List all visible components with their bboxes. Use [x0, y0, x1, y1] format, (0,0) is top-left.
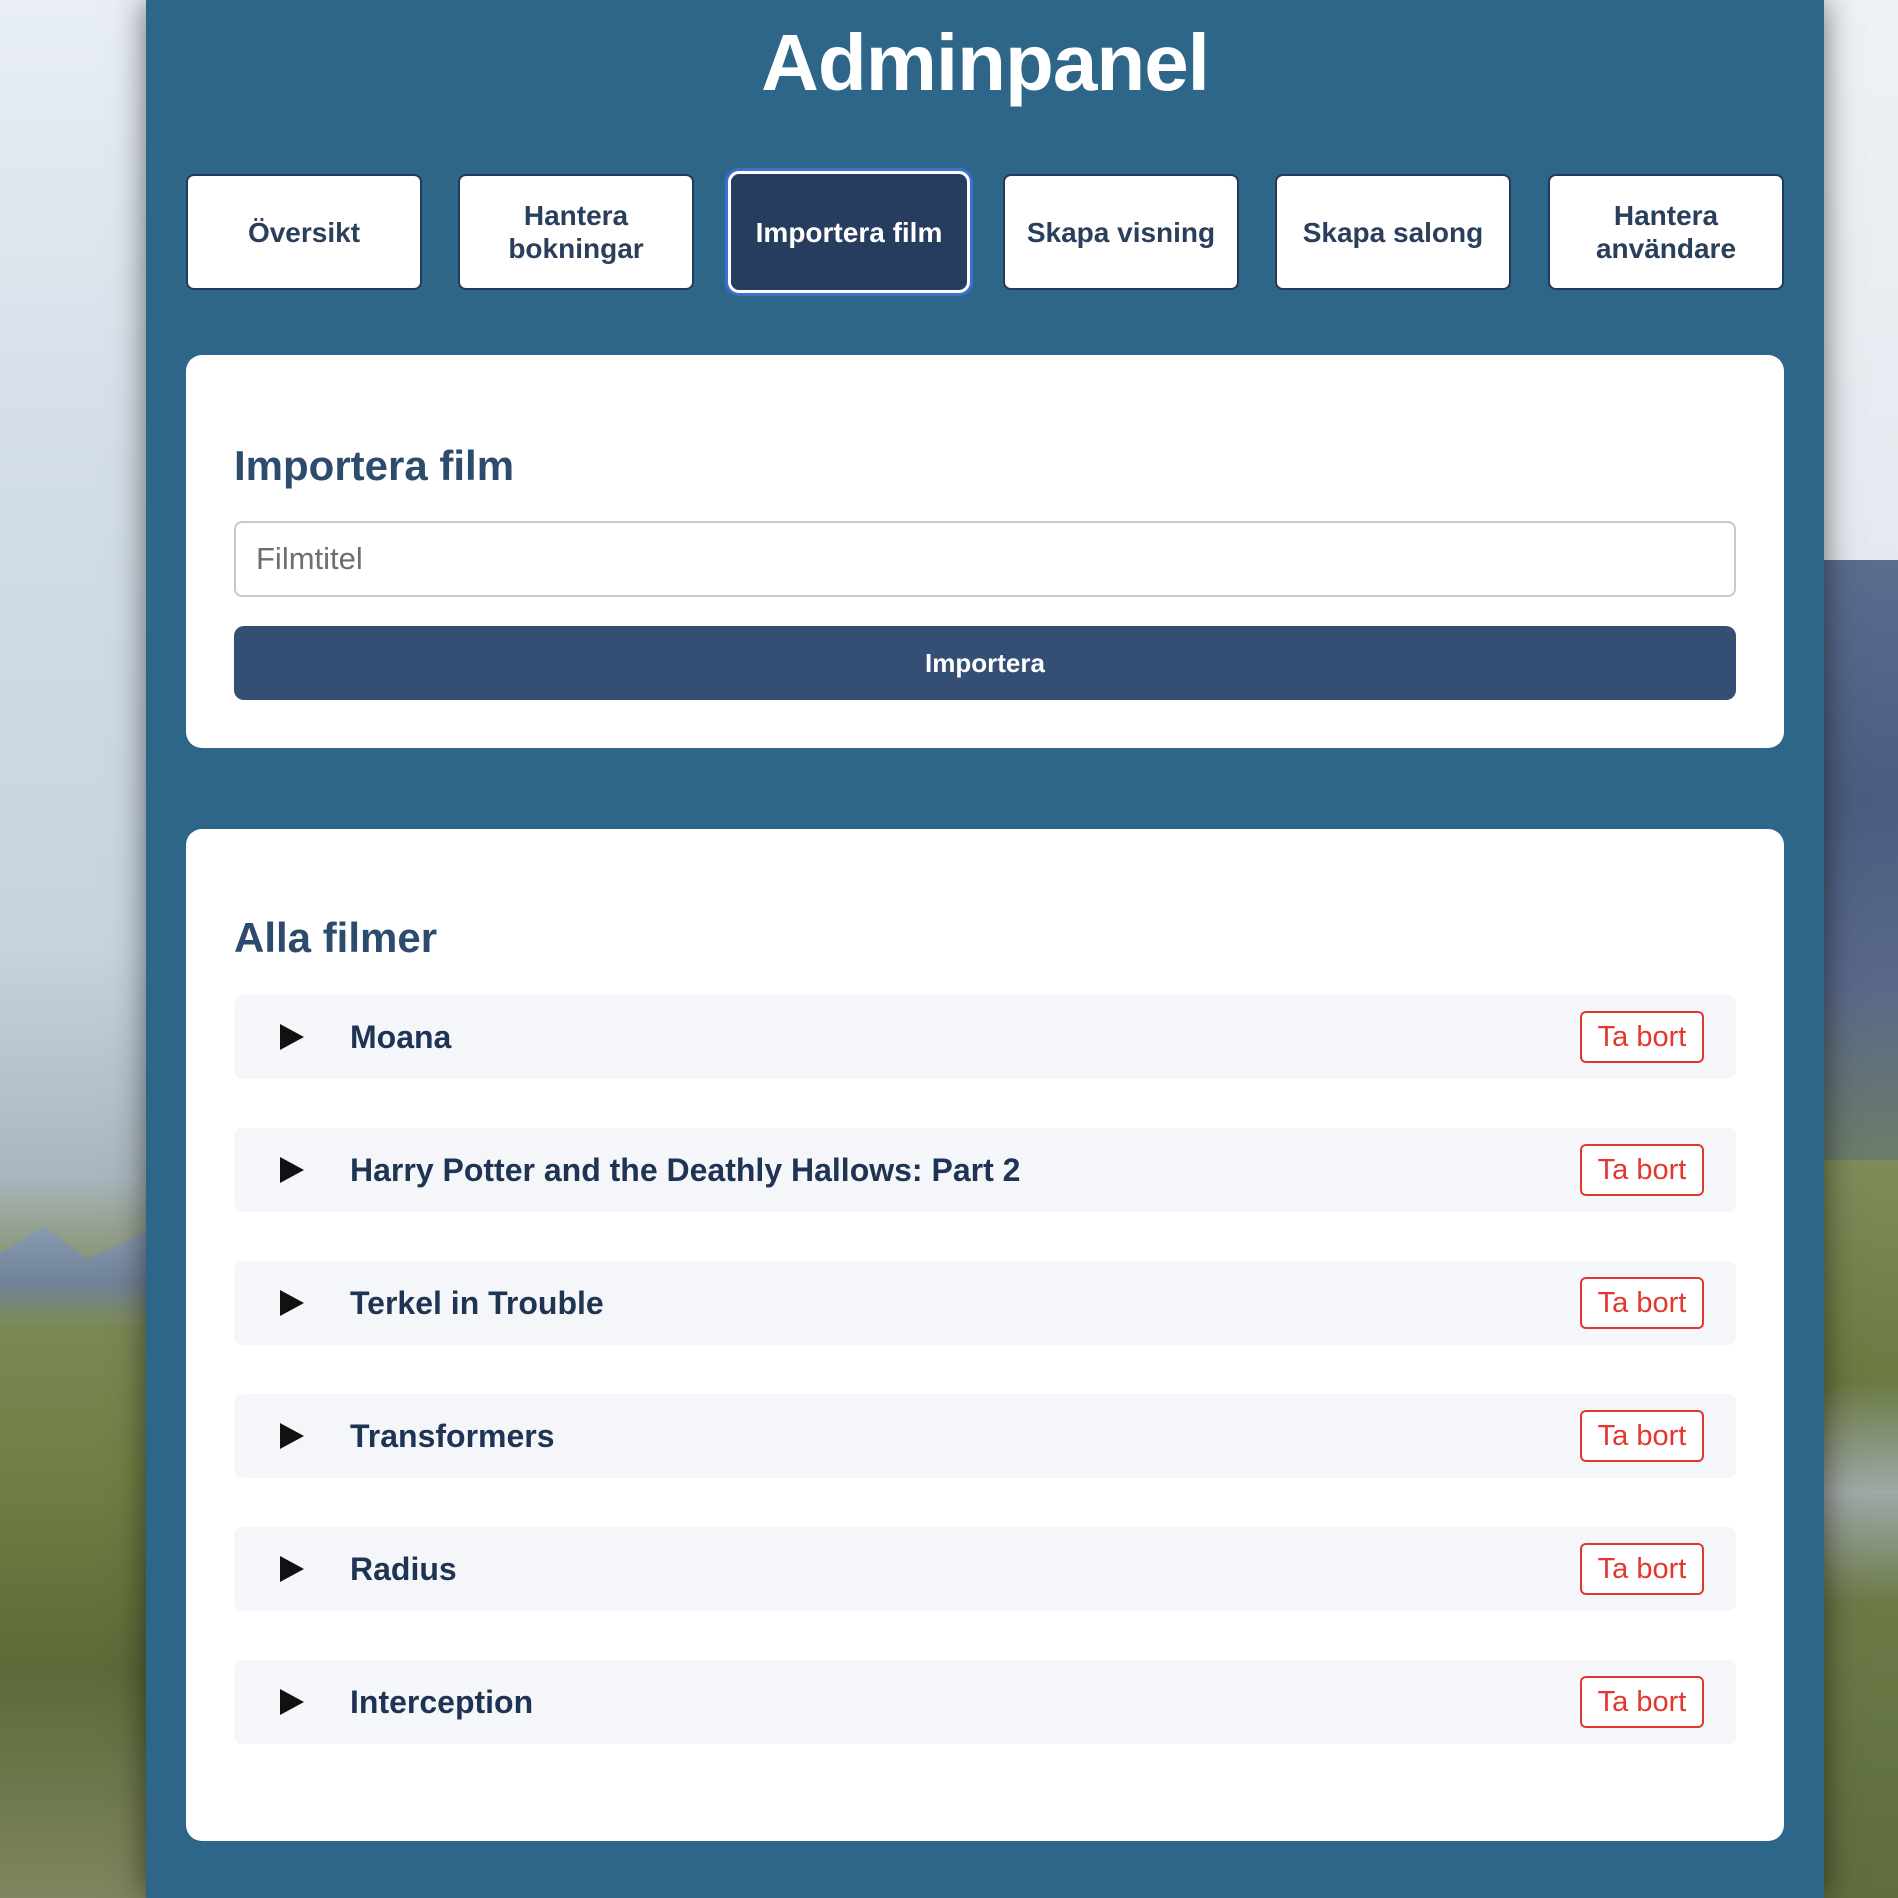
tab-importera-film[interactable]: Importera film	[728, 171, 970, 293]
background-landscape-right	[1824, 0, 1898, 1898]
film-row[interactable]: Harry Potter and the Deathly Hallows: Pa…	[234, 1128, 1736, 1212]
admin-panel: Adminpanel Översikt Hantera bokningar Im…	[146, 0, 1824, 1898]
tab-skapa-visning[interactable]: Skapa visning	[1003, 174, 1239, 290]
import-film-card: Importera film Importera	[186, 355, 1784, 748]
film-list-card: Alla filmer Moana Ta bort Harry Potter and…	[186, 829, 1784, 1841]
film-title: Interception	[350, 1684, 534, 1720]
tab-skapa-salong[interactable]: Skapa salong	[1275, 174, 1511, 290]
import-button[interactable]: Importera	[234, 626, 1736, 700]
film-title: Harry Potter and the Deathly Hallows: Pa…	[350, 1152, 1021, 1188]
delete-film-button[interactable]: Ta bort	[1580, 1543, 1704, 1595]
play-triangle-icon[interactable]	[280, 1423, 304, 1449]
delete-film-button[interactable]: Ta bort	[1580, 1277, 1704, 1329]
film-row[interactable]: Interception Ta bort	[234, 1660, 1736, 1744]
film-row[interactable]: Radius Ta bort	[234, 1527, 1736, 1611]
delete-film-button[interactable]: Ta bort	[1580, 1144, 1704, 1196]
tab-oversikt[interactable]: Översikt	[186, 174, 422, 290]
background-landscape-left	[0, 0, 146, 1898]
film-title: Radius	[350, 1551, 457, 1587]
film-row[interactable]: Moana Ta bort	[234, 995, 1736, 1079]
delete-film-button[interactable]: Ta bort	[1580, 1676, 1704, 1728]
film-row[interactable]: Transformers Ta bort	[234, 1394, 1736, 1478]
play-triangle-icon[interactable]	[280, 1689, 304, 1715]
play-triangle-icon[interactable]	[280, 1556, 304, 1582]
delete-film-button[interactable]: Ta bort	[1580, 1410, 1704, 1462]
film-list-heading: Alla filmer	[234, 914, 438, 961]
tab-hantera-anvandare[interactable]: Hantera användare	[1548, 174, 1784, 290]
film-title: Moana	[350, 1019, 452, 1055]
play-triangle-icon[interactable]	[280, 1157, 304, 1183]
film-row[interactable]: Terkel in Trouble Ta bort	[234, 1261, 1736, 1345]
tab-bar: Översikt Hantera bokningar Importera fil…	[186, 171, 1784, 293]
delete-film-button[interactable]: Ta bort	[1580, 1011, 1704, 1063]
page-title: Adminpanel	[761, 18, 1210, 107]
tab-hantera-bokningar[interactable]: Hantera bokningar	[458, 174, 694, 290]
import-film-heading: Importera film	[234, 442, 515, 489]
film-list: Moana Ta bort Harry Potter and the Deathly…	[234, 995, 1736, 1793]
film-title: Transformers	[350, 1418, 555, 1454]
play-triangle-icon[interactable]	[280, 1290, 304, 1316]
film-title: Terkel in Trouble	[350, 1285, 604, 1321]
film-title-input[interactable]	[234, 521, 1736, 597]
play-triangle-icon[interactable]	[280, 1024, 304, 1050]
